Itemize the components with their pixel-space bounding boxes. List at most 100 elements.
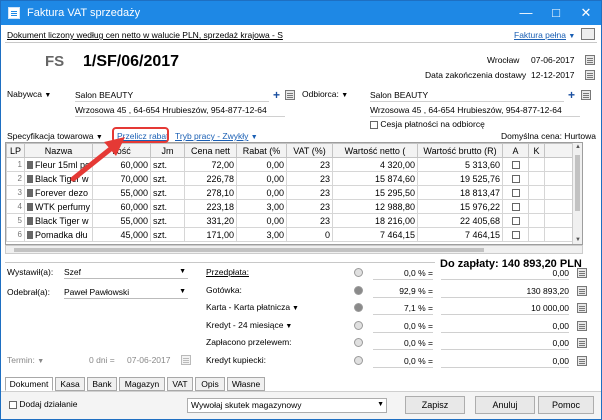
vertical-scrollbar[interactable]: ▲ ▼ bbox=[572, 143, 582, 244]
column-header[interactable]: K bbox=[528, 143, 545, 158]
default-price[interactable]: Domyślna cena: Hurtowa bbox=[501, 131, 596, 141]
calendar-icon[interactable] bbox=[585, 55, 595, 65]
delivery-date[interactable]: 12-12-2017 bbox=[531, 70, 574, 80]
item-name[interactable]: Fleur 15ml pe bbox=[24, 157, 93, 172]
payment-amount[interactable]: 0,00 bbox=[441, 337, 569, 350]
scroll-down-icon[interactable]: ▼ bbox=[575, 237, 581, 243]
payment-radio[interactable] bbox=[354, 268, 363, 277]
item-qty[interactable]: 55,000 bbox=[92, 185, 151, 200]
item-discount[interactable]: 0,00 bbox=[236, 157, 287, 172]
scroll-thumb[interactable] bbox=[14, 248, 484, 252]
item-price[interactable]: 331,20 bbox=[184, 213, 237, 228]
column-header[interactable]: A bbox=[502, 143, 529, 158]
item-unit[interactable]: szt. bbox=[150, 157, 185, 172]
item-qty[interactable]: 60,000 bbox=[92, 157, 151, 172]
help-button[interactable]: Pomoc bbox=[538, 396, 594, 414]
column-header[interactable]: Cena nett bbox=[184, 143, 237, 158]
column-header[interactable]: Ilość bbox=[92, 143, 151, 158]
payment-radio[interactable] bbox=[354, 286, 363, 295]
save-button[interactable]: Zapisz bbox=[405, 396, 465, 414]
recipient-dropdown[interactable]: Odbiorca: ▼ bbox=[302, 89, 348, 99]
add-buyer-icon[interactable]: + bbox=[273, 89, 280, 101]
item-discount[interactable]: 3,00 bbox=[236, 227, 287, 242]
tab-opis[interactable]: Opis bbox=[195, 377, 225, 391]
payment-label[interactable]: Karta - Karta płatnicza ▼ bbox=[206, 302, 299, 312]
payment-percent[interactable]: 0,0 % = bbox=[373, 355, 433, 368]
buyer-name[interactable]: Salon BEAUTY bbox=[75, 89, 269, 102]
column-header[interactable]: Wartość brutto (R) bbox=[417, 143, 503, 158]
column-header[interactable]: VAT (%) bbox=[286, 143, 333, 158]
tab-document[interactable]: Dokument bbox=[5, 377, 53, 391]
payment-calc-icon[interactable] bbox=[577, 286, 587, 296]
minimize-button[interactable]: — bbox=[511, 1, 541, 25]
issuer-select[interactable]: Szef ▼ bbox=[64, 266, 188, 279]
item-qty[interactable]: 55,000 bbox=[92, 213, 151, 228]
item-name[interactable]: Pomadka dłu bbox=[24, 227, 93, 242]
payment-percent[interactable]: 0,0 % = bbox=[373, 337, 433, 350]
payment-amount[interactable]: 0,00 bbox=[441, 320, 569, 333]
maximize-button[interactable]: □ bbox=[541, 1, 571, 25]
receiver-select[interactable]: Paweł Pawłowski ▼ bbox=[64, 286, 188, 299]
recipient-name[interactable]: Salon BEAUTY bbox=[370, 89, 564, 102]
payment-amount[interactable]: 10 000,00 bbox=[441, 302, 569, 315]
item-name[interactable]: Forever dezo bbox=[24, 185, 93, 200]
item-vat[interactable]: 23 bbox=[286, 185, 333, 200]
recipient-list-icon[interactable] bbox=[581, 90, 591, 100]
term-days[interactable]: 0 dni = bbox=[89, 355, 115, 365]
payment-calc-icon[interactable] bbox=[577, 268, 587, 278]
item-vat[interactable]: 23 bbox=[286, 157, 333, 172]
item-unit[interactable]: szt. bbox=[150, 227, 185, 242]
payment-amount[interactable]: 0,00 bbox=[441, 267, 569, 280]
cancel-button[interactable]: Anuluj bbox=[475, 396, 535, 414]
item-name[interactable]: WTK perfumy bbox=[24, 199, 93, 214]
payment-amount[interactable]: 0,00 bbox=[441, 355, 569, 368]
horizontal-scrollbar[interactable] bbox=[5, 245, 583, 254]
payment-calc-icon[interactable] bbox=[577, 356, 587, 366]
item-a-checkbox[interactable] bbox=[502, 213, 529, 228]
column-header[interactable]: Nazwa bbox=[24, 143, 93, 158]
item-vat[interactable]: 0 bbox=[286, 227, 333, 242]
warehouse-effect-select[interactable]: Wywołaj skutek magazynowy ▼ bbox=[187, 398, 387, 413]
item-discount[interactable]: 3,00 bbox=[236, 199, 287, 214]
tab-kasa[interactable]: Kasa bbox=[55, 377, 85, 391]
calendar-icon[interactable] bbox=[585, 70, 595, 80]
item-name[interactable]: Black Tiger w bbox=[24, 213, 93, 228]
scroll-up-icon[interactable]: ▲ bbox=[575, 144, 581, 150]
item-vat[interactable]: 23 bbox=[286, 213, 333, 228]
buyer-list-icon[interactable] bbox=[285, 90, 295, 100]
document-view-icon[interactable] bbox=[581, 28, 595, 40]
column-header[interactable]: Wartość netto ( bbox=[332, 143, 418, 158]
payment-percent[interactable]: 0,0 % = bbox=[373, 320, 433, 333]
pricing-info-link[interactable]: Dokument liczony według cen netto w walu… bbox=[7, 30, 283, 40]
payment-calc-icon[interactable] bbox=[577, 321, 587, 331]
calendar-icon[interactable] bbox=[181, 355, 191, 365]
column-header[interactable]: LP bbox=[6, 143, 25, 158]
item-unit[interactable]: szt. bbox=[150, 199, 185, 214]
payment-radio[interactable] bbox=[354, 321, 363, 330]
table-row[interactable]: 6 Pomadka dłu 45,000 szt. 171,00 3,00 0 … bbox=[6, 227, 582, 242]
document-number[interactable]: 1/SF/06/2017 bbox=[83, 53, 179, 71]
table-row[interactable]: 5 Black Tiger w 55,000 szt. 331,20 0,00 … bbox=[6, 213, 582, 228]
table-row[interactable]: 1 Fleur 15ml pe 60,000 szt. 72,00 0,00 2… bbox=[6, 157, 582, 172]
item-price[interactable]: 278,10 bbox=[184, 185, 237, 200]
item-qty[interactable]: 70,000 bbox=[92, 171, 151, 186]
close-button[interactable]: ✕ bbox=[571, 1, 601, 25]
item-a-checkbox[interactable] bbox=[502, 199, 529, 214]
scroll-thumb[interactable] bbox=[575, 155, 580, 211]
payment-percent[interactable]: 92,9 % = bbox=[373, 285, 433, 298]
add-action-checkbox[interactable]: Dodaj działanie bbox=[9, 399, 78, 409]
item-name[interactable]: Black Tiger w bbox=[24, 171, 93, 186]
item-discount[interactable]: 0,00 bbox=[236, 185, 287, 200]
issue-date[interactable]: 07-06-2017 bbox=[531, 55, 574, 65]
table-row[interactable]: 2 Black Tiger w 70,000 szt. 226,78 0,00 … bbox=[6, 171, 582, 186]
item-price[interactable]: 223,18 bbox=[184, 199, 237, 214]
item-vat[interactable]: 23 bbox=[286, 171, 333, 186]
table-row[interactable]: 4 WTK perfumy 60,000 szt. 223,18 3,00 23… bbox=[6, 199, 582, 214]
table-row[interactable]: 3 Forever dezo 55,000 szt. 278,10 0,00 2… bbox=[6, 185, 582, 200]
payment-radio[interactable] bbox=[354, 338, 363, 347]
term-dropdown[interactable]: Termin: ▼ bbox=[7, 355, 44, 365]
payment-label[interactable]: Kredyt - 24 miesiące ▼ bbox=[206, 320, 292, 330]
item-a-checkbox[interactable] bbox=[502, 227, 529, 242]
tab-wlasne[interactable]: Własne bbox=[227, 377, 265, 391]
work-mode-dropdown[interactable]: Tryb pracy - Zwykły ▼ bbox=[175, 131, 258, 141]
